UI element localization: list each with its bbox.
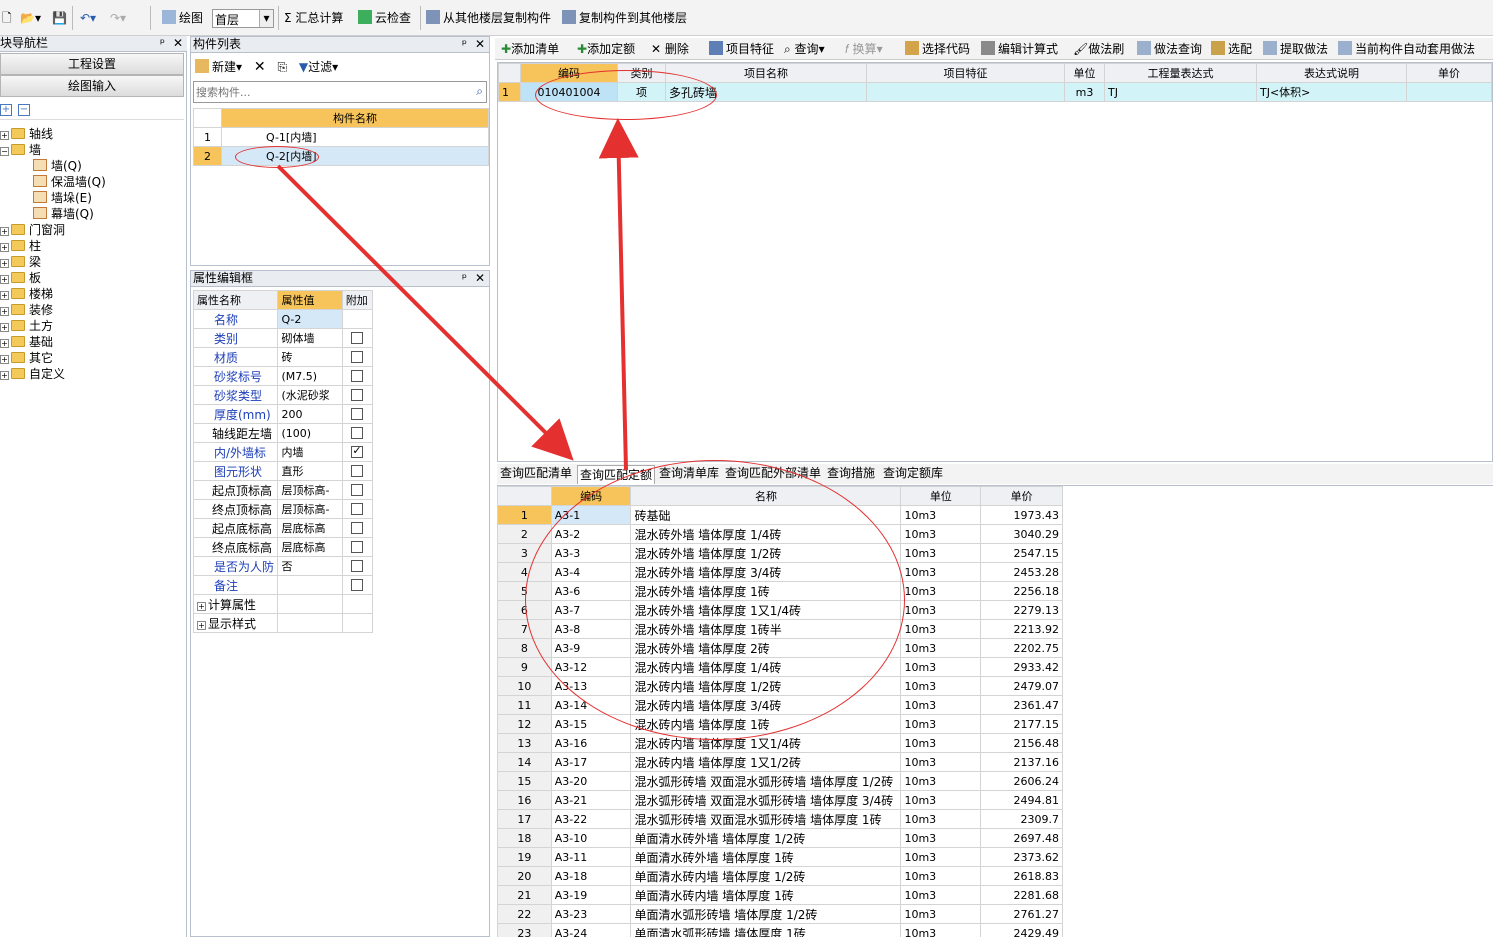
arrow-to-bill bbox=[598, 118, 639, 471]
annotation-arrows bbox=[276, 118, 639, 471]
arrow-to-quota bbox=[276, 164, 574, 461]
